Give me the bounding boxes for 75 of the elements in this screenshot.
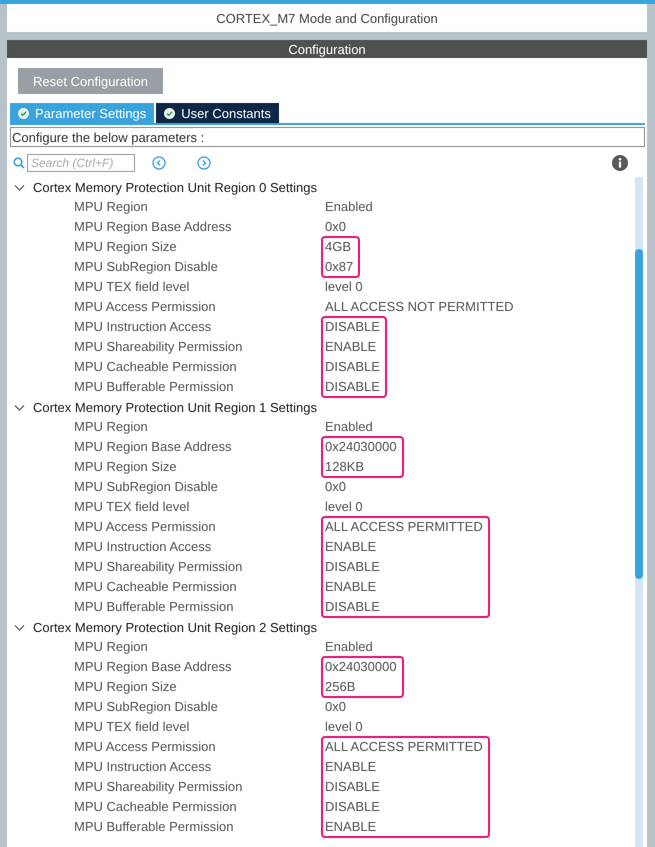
- scrollbar[interactable]: [635, 177, 643, 847]
- parameter-name: MPU Cacheable Permission: [74, 358, 238, 376]
- parameter-value[interactable]: 4GB: [325, 237, 354, 257]
- parameter-value[interactable]: 0x0: [325, 697, 363, 717]
- parameter-name: MPU Bufferable Permission: [74, 598, 234, 616]
- parameter-name: MPU Instruction Access: [74, 538, 212, 556]
- parameter-name: MPU Region Base Address: [74, 438, 233, 456]
- parameter-value[interactable]: 0x24030000: [325, 437, 397, 457]
- info-icon[interactable]: [612, 155, 628, 171]
- parameter-value[interactable]: 128KB: [325, 457, 397, 477]
- previous-icon[interactable]: [152, 156, 166, 170]
- section-title[interactable]: Cortex Memory Protection Unit Region 1 Settings: [33, 400, 317, 414]
- next-icon[interactable]: [197, 156, 211, 170]
- parameter-name: MPU Bufferable Permission: [74, 378, 234, 396]
- search-icon: [13, 157, 25, 169]
- parameter-name: MPU Region Size: [74, 458, 178, 476]
- section-title[interactable]: Cortex Memory Protection Unit Region 0 Settings: [33, 180, 317, 194]
- parameter-value[interactable]: 0x87: [325, 257, 354, 277]
- parameter-value[interactable]: 0x24030000: [325, 657, 397, 677]
- parameter-value[interactable]: Enabled: [325, 637, 373, 657]
- parameter-name: MPU Shareability Permission: [74, 778, 244, 796]
- parameter-name: MPU Region: [74, 418, 149, 436]
- parameter-value[interactable]: DISABLE: [325, 797, 483, 817]
- parameter-name: MPU TEX field level: [74, 278, 190, 296]
- parameter-value[interactable]: DISABLE: [325, 317, 380, 337]
- parameter-value[interactable]: ENABLE: [325, 757, 483, 777]
- parameter-value[interactable]: ENABLE: [325, 537, 483, 557]
- parameter-value[interactable]: Enabled: [325, 417, 373, 437]
- parameter-name: MPU Region Base Address: [74, 658, 233, 676]
- parameter-name: MPU Cacheable Permission: [74, 578, 238, 596]
- parameter-value[interactable]: DISABLE: [325, 557, 483, 577]
- search-field[interactable]: Search (Ctrl+F): [27, 154, 135, 172]
- parameter-value[interactable]: level 0: [325, 717, 363, 737]
- parameter-name: MPU TEX field level: [74, 718, 190, 736]
- parameter-name: MPU TEX field level: [74, 498, 190, 516]
- parameter-value[interactable]: 0x0: [325, 217, 373, 237]
- parameter-value[interactable]: DISABLE: [325, 357, 380, 377]
- section-title[interactable]: Cortex Memory Protection Unit Region 2 Settings: [33, 620, 317, 634]
- check-icon: [164, 108, 176, 118]
- parameter-value[interactable]: DISABLE: [325, 597, 483, 617]
- parameter-name: MPU Access Permission: [74, 518, 217, 536]
- parameter-name: MPU Region: [74, 198, 149, 216]
- parameter-name: MPU Instruction Access: [74, 318, 212, 336]
- parameter-name: MPU Access Permission: [74, 738, 217, 756]
- parameter-value[interactable]: 256B: [325, 677, 397, 697]
- check-icon: [18, 108, 29, 118]
- parameter-value[interactable]: DISABLE: [325, 377, 380, 397]
- parameter-value[interactable]: ENABLE: [325, 817, 483, 837]
- hint-text: Configure the below parameters :: [10, 127, 645, 147]
- parameter-value[interactable]: ALL ACCESS NOT PERMITTED: [325, 297, 514, 317]
- parameter-name: MPU Region Size: [74, 238, 178, 256]
- parameter-name: MPU SubRegion Disable: [74, 478, 219, 496]
- parameter-value[interactable]: ALL ACCESS PERMITTED: [325, 517, 483, 537]
- window-title: CORTEX_M7 Mode and Configuration: [7, 4, 647, 32]
- parameter-name: MPU Shareability Permission: [74, 338, 244, 356]
- parameter-name: MPU Cacheable Permission: [74, 798, 238, 816]
- parameter-name: MPU Access Permission: [74, 298, 217, 316]
- parameter-value[interactable]: level 0: [325, 497, 363, 517]
- parameter-value[interactable]: level 0: [325, 277, 514, 297]
- panel-header: Configuration: [7, 40, 647, 58]
- parameter-value[interactable]: DISABLE: [325, 777, 483, 797]
- parameter-name: MPU Region: [74, 638, 149, 656]
- parameter-value[interactable]: ENABLE: [325, 337, 380, 357]
- parameter-name: MPU Bufferable Permission: [74, 818, 234, 836]
- parameter-value[interactable]: Enabled: [325, 197, 373, 217]
- parameter-name: MPU Region Base Address: [74, 218, 233, 236]
- parameter-name: MPU SubRegion Disable: [74, 698, 219, 716]
- parameter-name: MPU SubRegion Disable: [74, 258, 219, 276]
- parameter-name: MPU Shareability Permission: [74, 558, 244, 576]
- parameter-value[interactable]: ENABLE: [325, 577, 483, 597]
- parameter-value[interactable]: 0x0: [325, 477, 363, 497]
- parameter-name: MPU Region Size: [74, 678, 178, 696]
- tab[interactable]: User Constants: [156, 103, 279, 123]
- parameter-name: MPU Instruction Access: [74, 758, 212, 776]
- parameter-value[interactable]: ALL ACCESS PERMITTED: [325, 737, 483, 757]
